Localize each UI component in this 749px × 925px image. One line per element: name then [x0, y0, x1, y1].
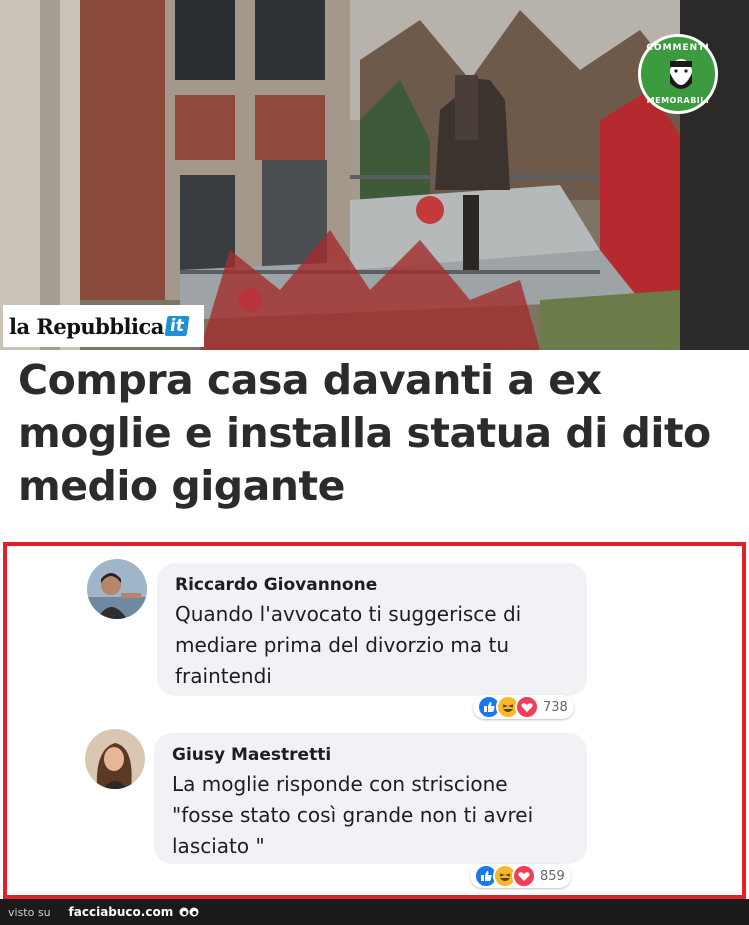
avatar-man-icon	[87, 559, 147, 619]
article-photo	[0, 0, 749, 350]
badge-bottom-text: MEMORABILI	[646, 96, 710, 105]
badge-top-text: COMMENTI	[646, 43, 710, 53]
bearded-face-icon	[670, 59, 692, 89]
comment-author[interactable]: Riccardo Giovannone	[175, 575, 569, 595]
avatar-woman-icon	[85, 729, 145, 789]
reaction-count: 859	[540, 868, 565, 884]
avatar-riccardo[interactable]	[87, 559, 147, 619]
commenti-memorabili-badge: COMMENTI MEMORABILI	[638, 34, 718, 114]
comment-text: La moglie risponde con striscione "fosse…	[172, 772, 534, 858]
reactions-summary-1[interactable]: 738	[473, 695, 574, 719]
logo-brand-text: la Repubblica	[9, 313, 164, 339]
comment-bubble-2: Giusy Maestretti La moglie risponde con …	[154, 733, 587, 864]
reactions-summary-2[interactable]: 859	[470, 864, 571, 888]
reaction-count: 738	[543, 699, 568, 715]
eyes-icon	[179, 907, 199, 917]
love-reaction-icon	[512, 864, 536, 888]
article-headline: Compra casa davanti a ex moglie e instal…	[18, 356, 711, 510]
logo-tld-text: it	[164, 316, 190, 336]
avatar-giusy[interactable]	[85, 729, 145, 789]
footer-prefix: visto su	[8, 905, 51, 919]
watermark-footer: visto su facciabuco.com	[0, 899, 749, 925]
comment-author[interactable]: Giusy Maestretti	[172, 745, 569, 765]
love-reaction-icon	[515, 695, 539, 719]
comment-bubble-1: Riccardo Giovannone Quando l'avvocato ti…	[157, 563, 587, 696]
footer-site-link[interactable]: facciabuco.com	[69, 905, 174, 919]
la-repubblica-logo: la Repubblica it	[3, 305, 204, 347]
comment-text: Quando l'avvocato ti suggerisce di media…	[175, 602, 522, 688]
comments-frame: Riccardo Giovannone Quando l'avvocato ti…	[3, 542, 746, 899]
house-statue-photo	[0, 0, 749, 350]
